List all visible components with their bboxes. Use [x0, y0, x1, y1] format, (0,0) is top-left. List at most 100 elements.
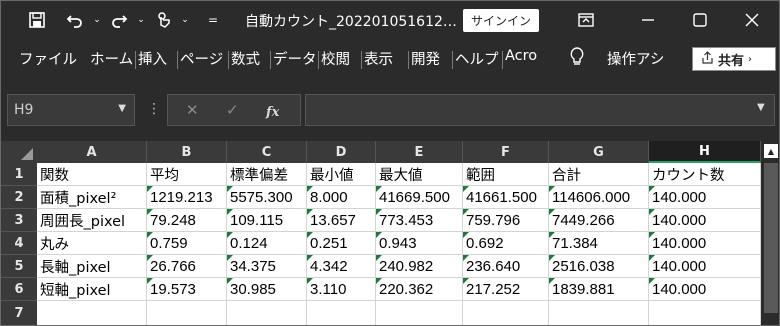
cell-d2[interactable]: 8.000 [307, 186, 376, 209]
cell-g7[interactable] [549, 301, 649, 325]
cell-f5[interactable]: 236.640 [463, 255, 549, 278]
close-icon[interactable] [729, 1, 775, 39]
redo-icon[interactable] [107, 7, 131, 33]
touch-mode-icon[interactable] [151, 7, 175, 33]
chevron-down-icon[interactable]: ▼ [118, 103, 126, 114]
cell-a4[interactable]: 丸み [37, 232, 147, 255]
cell-c6[interactable]: 30.985 [227, 278, 307, 301]
tab-developer[interactable]: 開発 [411, 48, 440, 69]
cell-f2[interactable]: 41661.500 [463, 186, 549, 209]
cell-f1[interactable]: 範囲 [463, 163, 549, 186]
cell-h6[interactable]: 140.000 [649, 278, 761, 301]
cell-a1[interactable]: 関数 [37, 163, 147, 186]
column-header-d[interactable]: D [307, 141, 376, 163]
row-header-3[interactable]: 3 [1, 209, 37, 232]
cell-f7[interactable] [463, 301, 549, 325]
formula-input[interactable] [305, 94, 775, 126]
cell-e7[interactable] [376, 301, 463, 325]
cell-b1[interactable]: 平均 [147, 163, 227, 186]
cell-c2[interactable]: 5575.300 [227, 186, 307, 209]
cell-e1[interactable]: 最大値 [376, 163, 463, 186]
select-all-button[interactable] [1, 141, 37, 163]
cell-b7[interactable] [147, 301, 227, 325]
cell-e5[interactable]: 240.982 [376, 255, 463, 278]
cancel-icon[interactable]: ✕ [186, 101, 199, 119]
cell-d6[interactable]: 3.110 [307, 278, 376, 301]
column-header-f[interactable]: F [463, 141, 549, 163]
cell-c4[interactable]: 0.124 [227, 232, 307, 255]
customize-qat-icon[interactable]: = [201, 7, 225, 33]
cell-b2[interactable]: 1219.213 [147, 186, 227, 209]
insert-function-icon[interactable]: fx [266, 102, 279, 120]
cell-e4[interactable]: 0.943 [376, 232, 463, 255]
cell-c3[interactable]: 109.115 [227, 209, 307, 232]
tab-home[interactable]: ホーム [90, 48, 133, 69]
tab-help[interactable]: ヘルプ [455, 48, 499, 69]
cell-c1[interactable]: 標準偏差 [227, 163, 307, 186]
row-header-5[interactable]: 5 [1, 255, 37, 278]
cell-f4[interactable]: 0.692 [463, 232, 549, 255]
tab-insert[interactable]: 挿入 [138, 48, 167, 69]
cell-a3[interactable]: 周囲長_pixel [37, 209, 147, 232]
row-header-7[interactable]: 7 [1, 301, 37, 325]
maximize-icon[interactable] [677, 1, 723, 39]
cell-d5[interactable]: 4.342 [307, 255, 376, 278]
tab-data[interactable]: データ [273, 48, 317, 69]
touch-dropdown-icon[interactable]: ⌄ [173, 7, 197, 33]
name-box[interactable]: H9 ▼ [7, 94, 135, 126]
cell-e6[interactable]: 220.362 [376, 278, 463, 301]
signin-button[interactable]: サインイン [463, 9, 539, 32]
enter-icon[interactable]: ✓ [226, 101, 239, 119]
cell-f3[interactable]: 759.796 [463, 209, 549, 232]
cell-h2[interactable]: 140.000 [649, 186, 761, 209]
cell-c7[interactable] [227, 301, 307, 325]
cell-b4[interactable]: 0.759 [147, 232, 227, 255]
cell-e3[interactable]: 773.453 [376, 209, 463, 232]
ribbon-display-icon[interactable] [563, 1, 609, 39]
cell-g3[interactable]: 7449.266 [549, 209, 649, 232]
cell-c5[interactable]: 34.375 [227, 255, 307, 278]
cell-g6[interactable]: 1839.881 [549, 278, 649, 301]
expand-formula-icon[interactable]: ▼ [757, 102, 765, 113]
cell-d3[interactable]: 13.657 [307, 209, 376, 232]
column-header-b[interactable]: B [147, 141, 227, 163]
cell-h1[interactable]: カウント数 [649, 163, 761, 186]
row-header-2[interactable]: 2 [1, 186, 37, 209]
row-header-6[interactable]: 6 [1, 278, 37, 301]
cell-f6[interactable]: 217.252 [463, 278, 549, 301]
scroll-up-icon[interactable]: ▲ [764, 144, 778, 158]
cell-h4[interactable]: 140.000 [649, 232, 761, 255]
cell-h7[interactable] [649, 301, 761, 325]
cell-d7[interactable] [307, 301, 376, 325]
cell-e2[interactable]: 41669.500 [376, 186, 463, 209]
cell-b6[interactable]: 19.573 [147, 278, 227, 301]
tell-me-search[interactable]: 操作アシ [607, 48, 664, 69]
save-icon[interactable] [25, 7, 49, 33]
cell-b3[interactable]: 79.248 [147, 209, 227, 232]
tab-review[interactable]: 校閲 [321, 48, 350, 69]
tab-formulas[interactable]: 数式 [231, 48, 260, 69]
column-header-a[interactable]: A [37, 141, 147, 163]
cell-g4[interactable]: 71.384 [549, 232, 649, 255]
tab-view[interactable]: 表示 [364, 48, 393, 69]
cell-d4[interactable]: 0.251 [307, 232, 376, 255]
share-button[interactable]: 共有 › [692, 47, 776, 71]
formula-bar-grip-icon[interactable]: ⋮ [147, 101, 161, 117]
cell-b5[interactable]: 26.766 [147, 255, 227, 278]
column-header-e[interactable]: E [376, 141, 463, 163]
cell-g2[interactable]: 114606.000 [549, 186, 649, 209]
cell-d1[interactable]: 最小値 [307, 163, 376, 186]
tab-page-layout[interactable]: ページ [180, 48, 223, 69]
cell-a7[interactable] [37, 301, 147, 325]
column-header-g[interactable]: G [549, 141, 649, 163]
cell-g1[interactable]: 合計 [549, 163, 649, 186]
column-header-h[interactable]: H [649, 141, 761, 163]
row-header-4[interactable]: 4 [1, 232, 37, 255]
cell-a5[interactable]: 長軸_pixel [37, 255, 147, 278]
cell-a2[interactable]: 面積_pixel² [37, 186, 147, 209]
tab-acrobat[interactable]: Acro [505, 48, 537, 64]
tab-file[interactable]: ファイル [19, 48, 77, 69]
cell-h5[interactable]: 140.000 [649, 255, 761, 278]
redo-dropdown-icon[interactable]: ⌄ [129, 7, 153, 33]
cell-g5[interactable]: 2516.038 [549, 255, 649, 278]
